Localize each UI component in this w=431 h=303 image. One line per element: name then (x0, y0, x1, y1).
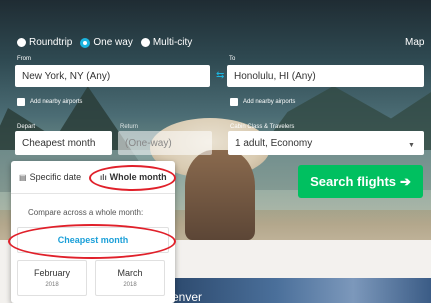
map-link[interactable]: Map (405, 37, 424, 48)
tab-specific-date-label: Specific date (29, 172, 82, 182)
from-label: From (17, 56, 31, 62)
trip-type-multi-city-label: Multi-city (152, 37, 193, 48)
radio-multi-city[interactable] (140, 38, 150, 47)
radio-one-way[interactable] (80, 37, 91, 48)
from-nearby-label: Add nearby airports (30, 99, 83, 105)
month-year: 2018 (45, 282, 59, 288)
from-nearby-checkbox[interactable] (17, 98, 25, 106)
cabin-label: Cabin Class & Travelers (230, 124, 295, 130)
tab-specific-date[interactable]: ▤ Specific date (19, 172, 81, 182)
tab-divider (11, 193, 175, 194)
annotation-circle-cheapest-month (8, 224, 176, 259)
search-flights-label: Search flights (310, 174, 397, 189)
return-label: Return (120, 124, 139, 130)
month-year: 2018 (123, 282, 137, 288)
month-option-february[interactable]: February 2018 (17, 260, 87, 296)
month-name: February (33, 268, 70, 278)
search-flights-button[interactable]: Search flights ➔ (298, 165, 423, 198)
to-nearby-airports[interactable]: Add nearby airports (230, 98, 295, 106)
from-input[interactable]: New York, NY (Any) (15, 65, 210, 87)
trip-type-roundtrip-label: Roundtrip (29, 37, 73, 48)
month-option-march[interactable]: March 2018 (95, 260, 165, 296)
person-figure (185, 150, 255, 240)
cabin-select[interactable]: 1 adult, Economy (228, 131, 424, 155)
arrow-right-icon: ➔ (400, 173, 411, 189)
chevron-down-icon[interactable]: ▼ (408, 142, 415, 149)
swap-icon[interactable]: ⇆ (216, 70, 224, 81)
radio-roundtrip[interactable] (17, 38, 26, 47)
from-nearby-airports[interactable]: Add nearby airports (17, 98, 82, 106)
destination-banner[interactable] (172, 278, 431, 303)
depart-label: Depart (17, 124, 36, 130)
to-label: To (229, 56, 236, 62)
trip-type-one-way-label: One way (93, 37, 133, 48)
trip-type-roundtrip[interactable]: Roundtrip (17, 37, 72, 48)
annotation-circle-whole-month (89, 165, 176, 191)
trip-type-selector: Roundtrip One way Multi-city (17, 37, 192, 48)
month-name: March (117, 268, 143, 278)
to-input[interactable]: Honolulu, HI (Any) (227, 65, 424, 87)
return-input[interactable]: (One-way) (118, 131, 212, 155)
depart-input[interactable]: Cheapest month (15, 131, 112, 155)
calendar-icon: ▤ (19, 172, 27, 182)
to-nearby-label: Add nearby airports (243, 99, 296, 105)
trip-type-one-way[interactable]: One way (80, 37, 133, 48)
compare-text: Compare across a whole month: (28, 208, 144, 217)
destination-banner-text: enver (172, 290, 203, 303)
to-nearby-checkbox[interactable] (230, 98, 238, 106)
trip-type-multi-city[interactable]: Multi-city (140, 37, 193, 48)
